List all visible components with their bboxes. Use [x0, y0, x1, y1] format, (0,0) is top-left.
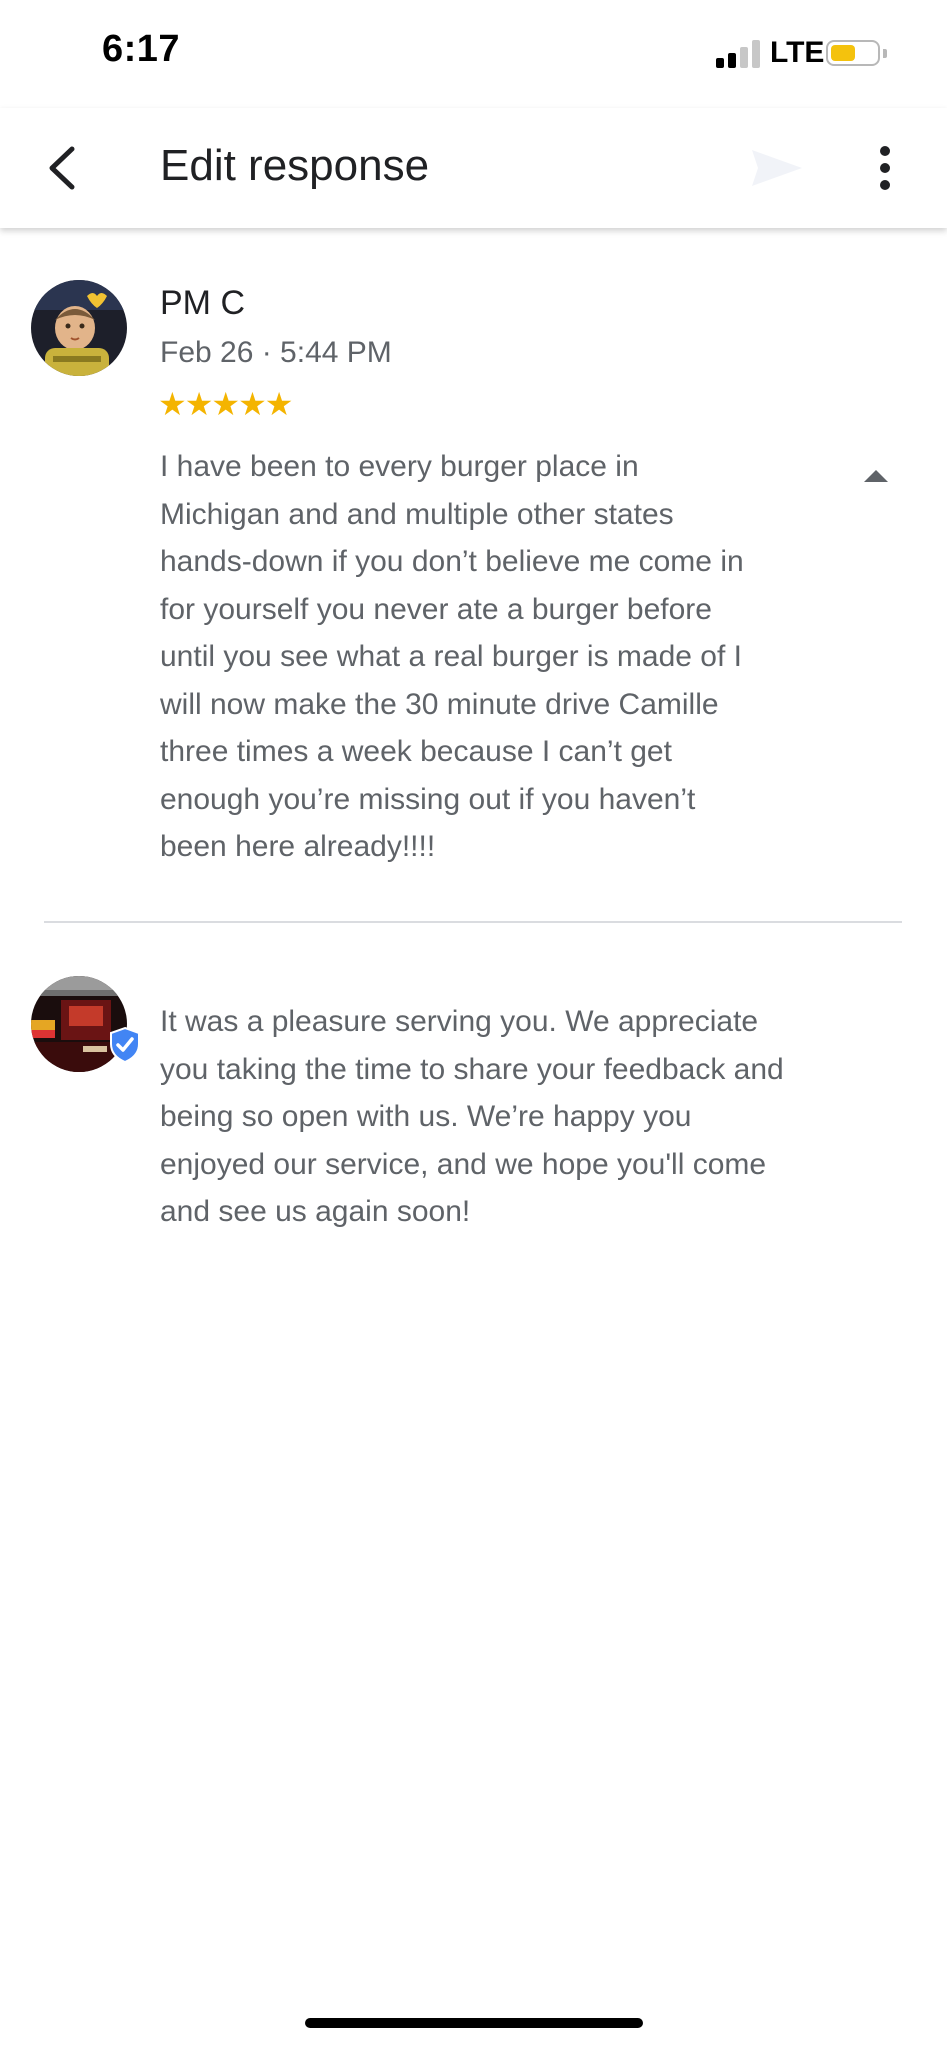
review-date: Feb 26 · 5:44 PM [160, 336, 392, 369]
collapse-review-button[interactable] [856, 456, 896, 496]
divider [44, 921, 902, 923]
collapse-triangle-icon [864, 470, 888, 482]
back-button[interactable] [30, 133, 100, 203]
network-type: LTE [770, 36, 825, 69]
review-text-line: until you see what a real burger is made… [160, 640, 742, 673]
chevron-left-icon [49, 146, 75, 190]
review-text-line: three times a week because I can’t get [160, 735, 672, 768]
review-text-line: for yourself you never ate a burger befo… [160, 592, 712, 626]
review-text-line: Michigan and and multiple other states [160, 497, 674, 531]
status-time: 6:17 [102, 28, 181, 70]
send-button[interactable] [748, 138, 808, 198]
response-text-line: It was a pleasure serving you. We apprec… [160, 1005, 759, 1038]
more-options-button[interactable] [860, 138, 910, 198]
verified-check-icon [110, 1026, 140, 1064]
page-title: Edit response [160, 141, 430, 190]
send-icon [752, 150, 802, 186]
review-text-line: hands-down if you don’t believe me come … [160, 545, 744, 578]
app-bar: Edit response [0, 108, 947, 228]
reviewer-name: PM C [160, 284, 245, 322]
review-text-line: will now make the 30 minute drive Camill… [160, 687, 719, 721]
reviewer-avatar [31, 280, 127, 376]
review-text: I have been to every burger place in Mich… [160, 443, 800, 871]
more-vert-icon [880, 146, 890, 190]
response-text-line: you taking the time to share your feedba… [160, 1052, 784, 1086]
reviewer-photo [31, 280, 127, 376]
verified-badge [106, 1026, 144, 1064]
battery-fill [831, 45, 855, 61]
review-text-line: enough you’re missing out if you haven’t [160, 782, 696, 816]
owner-response-text: It was a pleasure serving you. We apprec… [160, 998, 800, 1236]
battery-cap [883, 49, 887, 58]
review-text-line: I have been to every burger place in [160, 450, 639, 483]
review-text-line: been here already!!!! [160, 830, 436, 863]
response-text-line: enjoyed our service, and we hope you'll … [160, 1147, 767, 1181]
response-text-line: being so open with us. We’re happy you [160, 1100, 692, 1133]
response-text-line: and see us again soon! [160, 1195, 471, 1228]
home-indicator [305, 2018, 643, 2028]
cellular-signal-icon [716, 40, 762, 68]
battery-icon [826, 40, 880, 66]
status-bar: 6:17 LTE [0, 0, 947, 108]
star-rating: ★★★★★ [158, 386, 293, 422]
